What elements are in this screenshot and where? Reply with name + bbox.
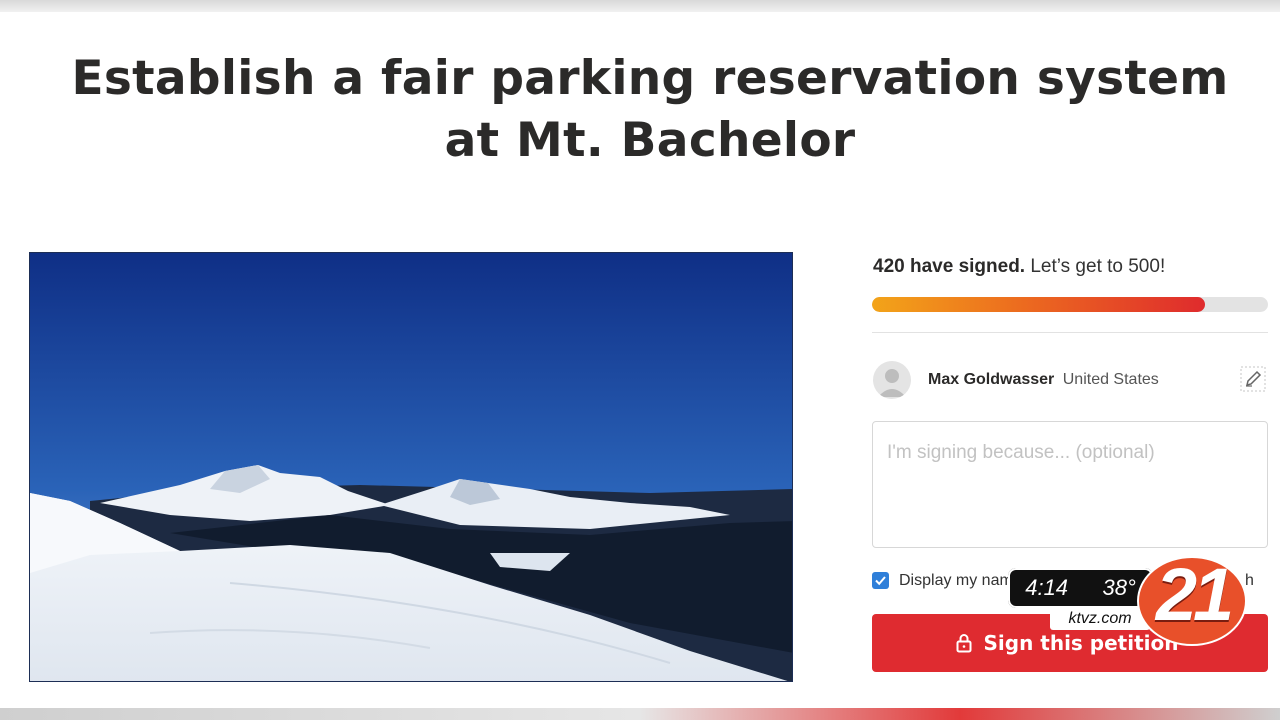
display-name-label: Display my name bbox=[899, 572, 1017, 589]
tv-channel-logo: 21 bbox=[1155, 553, 1234, 636]
signing-reason-input[interactable] bbox=[872, 421, 1268, 548]
signer-info: Max Goldwasser United States bbox=[928, 371, 1159, 389]
petition-title: Establish a fair parking reservation sys… bbox=[71, 51, 1229, 168]
pencil-icon[interactable] bbox=[1240, 366, 1266, 392]
tv-temperature: 38° bbox=[1102, 575, 1136, 600]
signer-country: United States bbox=[1062, 371, 1159, 388]
signature-progress-bar bbox=[872, 297, 1268, 312]
signature-progress-fill bbox=[872, 297, 1205, 312]
mountain-landscape-image bbox=[30, 253, 792, 681]
checkmark-icon bbox=[875, 576, 886, 586]
signed-count: 420 have signed. bbox=[873, 256, 1026, 277]
display-name-checkbox[interactable] bbox=[872, 572, 889, 589]
tv-time-temp-bug: 4:14 38° bbox=[1008, 568, 1153, 608]
avatar bbox=[873, 361, 911, 399]
person-icon bbox=[878, 369, 906, 397]
signature-progress-text: 420 have signed. Let’s get to 500! bbox=[873, 256, 1165, 278]
lock-icon bbox=[956, 634, 971, 653]
divider bbox=[872, 332, 1268, 333]
tv-time: 4:14 bbox=[1025, 575, 1069, 600]
tv-website: ktvz.com bbox=[1050, 608, 1150, 630]
signer-name: Max Goldwasser bbox=[928, 371, 1055, 388]
signature-goal: Let’s get to 500! bbox=[1030, 256, 1166, 277]
top-border bbox=[0, 0, 1280, 12]
petition-photo bbox=[29, 252, 793, 682]
bottom-border bbox=[0, 708, 1280, 720]
